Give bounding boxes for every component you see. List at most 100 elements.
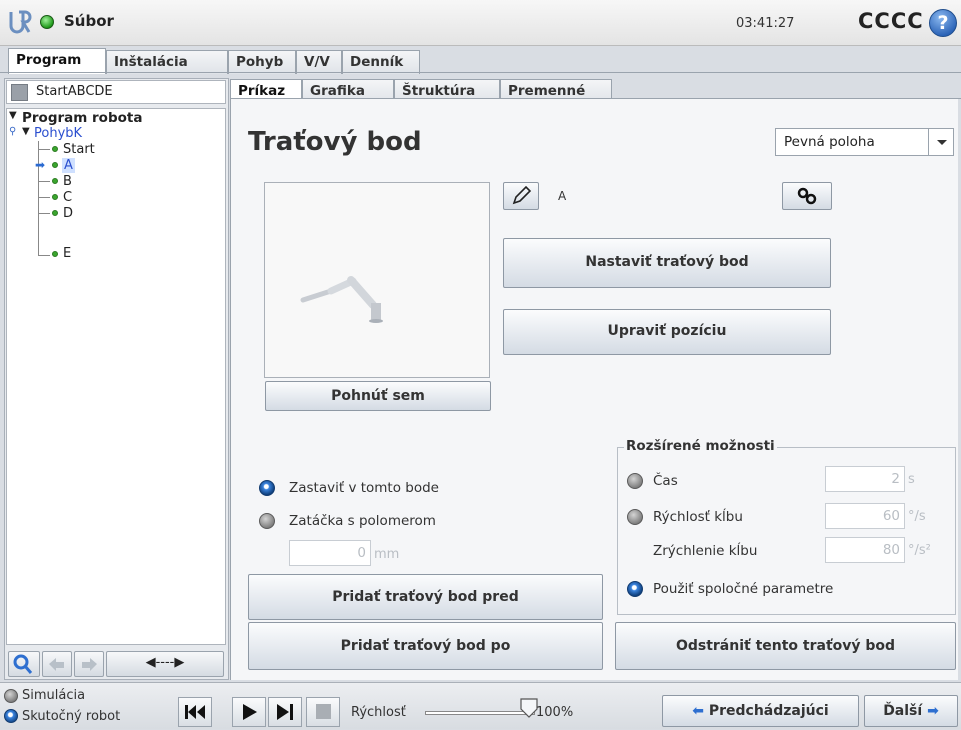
edit-position-button[interactable]: Upraviť pozíciu xyxy=(503,309,831,355)
move-node-button[interactable]: ◀----▶ xyxy=(106,651,224,677)
tab-program[interactable]: Program xyxy=(8,48,106,74)
waypoint-dot-icon xyxy=(52,210,58,216)
time-input[interactable]: 2 xyxy=(825,466,905,492)
waypoint-name: A xyxy=(558,189,567,203)
rewind-button[interactable] xyxy=(178,697,212,727)
stop-here-label: Zastaviť v tomto bode xyxy=(289,480,439,496)
arrow-left-icon: ⬅ xyxy=(692,703,704,719)
add-waypoint-before-button[interactable]: Pridať traťový bod pred xyxy=(248,574,603,620)
expand-arrow-icon[interactable]: ▼ xyxy=(9,110,17,121)
help-icon[interactable]: ? xyxy=(929,9,957,37)
tab-log[interactable]: Denník xyxy=(342,50,420,74)
pencil-icon xyxy=(512,185,532,205)
blend-label: Zatáčka s polomerom xyxy=(289,513,436,529)
blend-radius-input[interactable]: 0 xyxy=(289,540,371,566)
rename-button[interactable] xyxy=(503,182,539,210)
tree-item-d[interactable]: D xyxy=(63,206,73,221)
previous-label: Predchádzajúci xyxy=(708,703,829,719)
search-icon xyxy=(13,654,33,674)
tree-root[interactable]: Program robota xyxy=(22,110,142,126)
position-type-value: Pevná poloha xyxy=(784,134,875,150)
set-waypoint-button[interactable]: Nastaviť traťový bod xyxy=(503,238,831,288)
undo-icon xyxy=(49,658,64,671)
waypoint-dot-icon xyxy=(52,146,58,152)
page-title: Traťový bod xyxy=(248,127,422,157)
waypoint-dot-icon xyxy=(52,251,58,257)
stop-button[interactable] xyxy=(306,697,340,727)
time-radio[interactable] xyxy=(627,473,643,489)
top-bar xyxy=(0,0,961,46)
add-waypoint-after-button[interactable]: Pridať traťový bod po xyxy=(248,622,603,670)
chevron-down-icon xyxy=(937,140,947,145)
link-icon xyxy=(797,187,817,205)
remove-waypoint-button[interactable]: Odstrániť tento traťový bod xyxy=(615,622,956,670)
tab-move[interactable]: Pohyb xyxy=(228,50,296,74)
tree-move-node[interactable]: PohybK xyxy=(34,126,82,141)
shared-params-label: Použiť spoločné parametre xyxy=(653,581,834,597)
arrow-right-icon: ➡ xyxy=(927,703,939,719)
redo-button[interactable] xyxy=(74,651,104,677)
link-button[interactable] xyxy=(782,182,832,210)
waypoint-dot-icon xyxy=(52,178,58,184)
joint-accel-label: Zrýchlenie kĺbu xyxy=(653,543,758,559)
robot-name: CCCC xyxy=(858,9,924,33)
program-name: StartABCDE xyxy=(36,84,113,99)
tree-connector xyxy=(38,181,50,182)
redo-icon xyxy=(82,658,97,671)
play-button[interactable] xyxy=(232,697,266,727)
robot-status-icon xyxy=(40,15,54,29)
simulation-radio[interactable] xyxy=(4,689,18,703)
tree-connector xyxy=(38,149,50,150)
waypoint-dot-icon xyxy=(52,162,58,168)
tab-divider xyxy=(0,72,961,73)
real-robot-label: Skutočný robot xyxy=(22,709,121,724)
time-unit: s xyxy=(908,472,915,487)
next-label: Ďalší xyxy=(883,703,923,719)
tree-item-b[interactable]: B xyxy=(63,174,72,189)
joint-accel-input[interactable]: 80 xyxy=(825,537,905,563)
time-label: Čas xyxy=(653,473,678,489)
tab-io[interactable]: V/V xyxy=(296,50,342,74)
stop-here-radio[interactable] xyxy=(259,480,275,496)
search-button[interactable] xyxy=(8,651,40,677)
tree-item-a[interactable]: A xyxy=(62,158,75,173)
undo-button[interactable] xyxy=(42,651,72,677)
tab-installation[interactable]: Inštalácia xyxy=(106,50,228,74)
rewind-icon xyxy=(185,705,205,719)
robot-preview xyxy=(264,182,490,378)
speed-value: 100% xyxy=(536,705,574,720)
move-here-button[interactable]: Pohnúť sem xyxy=(265,381,491,411)
joint-speed-radio[interactable] xyxy=(627,509,643,525)
tree-item-start[interactable]: Start xyxy=(63,142,95,157)
advanced-options-title: Rozšírené možnosti xyxy=(624,438,777,454)
file-menu[interactable]: Súbor xyxy=(64,12,114,30)
shared-params-radio[interactable] xyxy=(627,581,643,597)
joint-speed-unit: °/s xyxy=(908,509,926,524)
current-arrow-icon: ➡ xyxy=(35,158,46,172)
tree-item-c[interactable]: C xyxy=(63,190,72,205)
tree-connector xyxy=(38,197,50,198)
program-tree: ▼ Program robota ⚲ ▼ PohybK Start ➡ A B … xyxy=(6,108,226,645)
stop-icon xyxy=(316,704,331,719)
joint-accel-unit: °/s² xyxy=(908,543,931,558)
speed-label: Rýchlosť xyxy=(351,705,406,720)
blend-unit: mm xyxy=(374,547,400,562)
waypoint-dot-icon xyxy=(52,194,58,200)
move-node-icon: ⚲ xyxy=(9,126,17,137)
ur-logo-icon xyxy=(9,10,32,34)
robot-arm-image xyxy=(300,276,383,323)
step-button[interactable] xyxy=(268,697,302,727)
previous-button[interactable]: ⬅ Predchádzajúci xyxy=(662,695,859,727)
save-disk-icon[interactable] xyxy=(11,84,28,101)
next-button[interactable]: Ďalší ➡ xyxy=(864,695,958,727)
step-icon xyxy=(277,704,293,720)
real-robot-radio[interactable] xyxy=(4,709,18,723)
joint-speed-label: Rýchlosť kĺbu xyxy=(653,509,743,525)
dropdown-button[interactable] xyxy=(928,128,954,156)
simulation-label: Simulácia xyxy=(22,688,86,703)
clock: 03:41:27 xyxy=(736,16,795,31)
tree-item-e[interactable]: E xyxy=(63,246,71,261)
expand-arrow-icon[interactable]: ▼ xyxy=(22,126,30,137)
joint-speed-input[interactable]: 60 xyxy=(825,503,905,529)
blend-radio[interactable] xyxy=(259,513,275,529)
